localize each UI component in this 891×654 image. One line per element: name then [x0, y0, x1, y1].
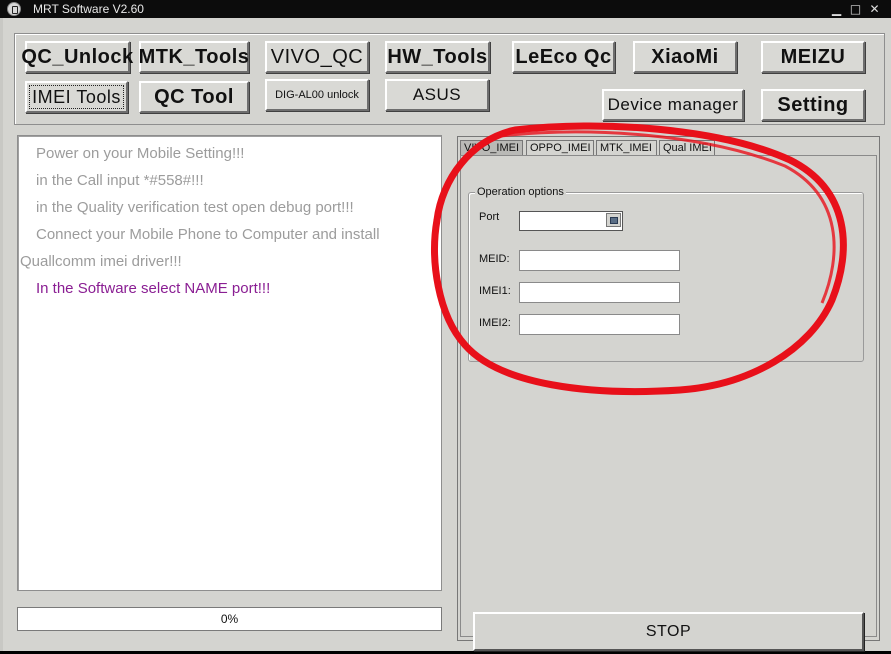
- tab-vivo-imei[interactable]: VIVO_IMEI: [460, 140, 523, 155]
- mtk-tools-button[interactable]: MTK_Tools: [139, 41, 249, 73]
- close-icon[interactable]: ✕: [866, 1, 883, 17]
- operation-options-group: Operation options Port MEID: IMEI1: IMEI…: [468, 186, 864, 362]
- setting-button[interactable]: Setting: [761, 89, 865, 121]
- port-select[interactable]: [519, 211, 623, 231]
- imei2-label: IMEI2:: [479, 317, 511, 329]
- imei-tools-panel: VIVO_IMEI OPPO_IMEI MTK_IMEI Qual IMEI O…: [457, 136, 880, 651]
- progress-bar: 0%: [17, 607, 442, 631]
- dropdown-icon[interactable]: [606, 213, 621, 227]
- meizu-button[interactable]: MEIZU: [761, 41, 865, 73]
- log-line: in the Quality verification test open de…: [36, 199, 354, 216]
- imei1-input[interactable]: [519, 282, 680, 303]
- qc-tool-button[interactable]: QC Tool: [139, 81, 249, 113]
- minimize-icon[interactable]: ▁: [828, 1, 845, 17]
- imei-tools-button[interactable]: IMEI Tools: [25, 81, 128, 113]
- stop-button[interactable]: STOP: [473, 612, 864, 651]
- log-line: Connect your Mobile Phone to Computer an…: [36, 226, 380, 243]
- tab-oppo-imei[interactable]: OPPO_IMEI: [526, 140, 594, 155]
- asus-button[interactable]: ASUS: [385, 79, 489, 111]
- window-title: MRT Software V2.60: [33, 2, 144, 16]
- leeco-qc-button[interactable]: LeEco Qc: [512, 41, 615, 73]
- tool-button-panel: QC_Unlock MTK_Tools VIVO_QC HW_Tools LeE…: [14, 33, 885, 125]
- qc-unlock-button[interactable]: QC_Unlock: [21, 41, 133, 73]
- log-line: in the Call input *#558#!!!: [36, 172, 204, 189]
- port-label: Port: [479, 211, 500, 223]
- vivo-qc-button[interactable]: VIVO_QC: [265, 41, 369, 73]
- meid-label: MEID:: [479, 253, 510, 265]
- tab-content: Operation options Port MEID: IMEI1: IMEI…: [460, 155, 877, 651]
- progress-percent: 0%: [220, 612, 239, 626]
- app-client-area: QC_Unlock MTK_Tools VIVO_QC HW_Tools LeE…: [0, 18, 891, 651]
- app-logo-icon: [7, 2, 21, 16]
- imei1-label: IMEI1:: [479, 285, 511, 297]
- device-manager-button[interactable]: Device manager: [602, 89, 744, 121]
- dig-al00-unlock-button[interactable]: DIG-AL00 unlock: [265, 79, 369, 111]
- log-line: Quallcomm imei driver!!!: [20, 253, 182, 270]
- maximize-icon[interactable]: □: [847, 1, 864, 17]
- log-line: Power on your Mobile Setting!!!: [36, 145, 245, 162]
- xiaomi-button[interactable]: XiaoMi: [633, 41, 737, 73]
- tab-qual-imei[interactable]: Qual IMEI: [659, 140, 715, 155]
- imei2-input[interactable]: [519, 314, 680, 335]
- port-value: [520, 216, 523, 228]
- title-bar: MRT Software V2.60 ▁ □ ✕: [0, 0, 891, 18]
- tab-mtk-imei[interactable]: MTK_IMEI: [596, 140, 657, 155]
- group-title: Operation options: [475, 186, 566, 198]
- log-output-panel[interactable]: Power on your Mobile Setting!!! in the C…: [17, 135, 442, 591]
- meid-input[interactable]: [519, 250, 680, 271]
- log-line-highlight: In the Software select NAME port!!!: [36, 280, 271, 297]
- hw-tools-button[interactable]: HW_Tools: [385, 41, 490, 73]
